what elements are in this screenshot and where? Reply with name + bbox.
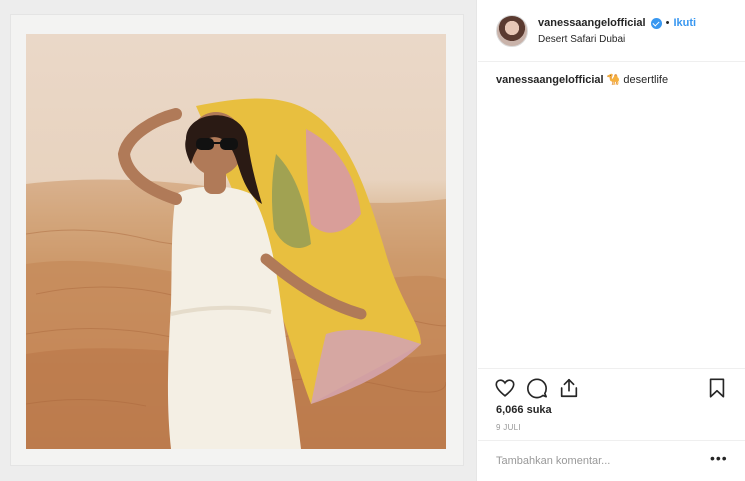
post-header: vanessaangelofficial • Ikuti Desert Safa…: [478, 0, 745, 62]
post-photo[interactable]: [26, 34, 446, 449]
username-link[interactable]: vanessaangelofficial: [538, 17, 646, 29]
caption-text: desertlife: [620, 74, 669, 86]
caption: vanessaangelofficial 🐪 desertlife: [496, 73, 736, 86]
caption-username[interactable]: vanessaangelofficial: [496, 74, 604, 86]
post-date[interactable]: 9 JULI: [496, 423, 521, 432]
location-link[interactable]: Desert Safari Dubai: [538, 34, 625, 45]
desert-photo-illustration: [26, 98, 446, 449]
user-row: vanessaangelofficial • Ikuti: [538, 17, 696, 29]
camel-emoji: 🐪: [606, 74, 621, 86]
post-media: [0, 0, 477, 481]
share-icon[interactable]: [558, 377, 580, 399]
comment-icon[interactable]: [526, 377, 548, 399]
comment-form: •••: [478, 440, 745, 481]
action-bar: 6,066 suka 9 JULI: [478, 368, 745, 448]
bookmark-icon[interactable]: [706, 377, 728, 399]
heart-icon[interactable]: [494, 377, 516, 399]
separator-dot: •: [665, 17, 670, 29]
instagram-post: vanessaangelofficial • Ikuti Desert Safa…: [0, 0, 745, 481]
post-sidebar: vanessaangelofficial • Ikuti Desert Safa…: [478, 0, 745, 481]
verified-badge-icon: [650, 17, 662, 29]
likes-count[interactable]: 6,066 suka: [496, 404, 552, 416]
more-options-icon[interactable]: •••: [710, 450, 728, 466]
avatar[interactable]: [496, 15, 528, 47]
comment-input[interactable]: [496, 453, 696, 469]
follow-button[interactable]: Ikuti: [673, 17, 696, 29]
